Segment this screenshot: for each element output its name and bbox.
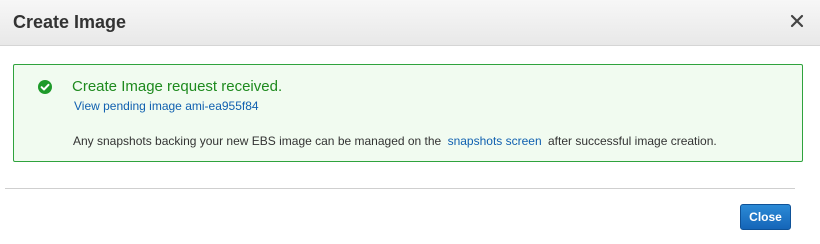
success-alert: Create Image request received. View pend…	[13, 64, 803, 162]
dialog-title: Create Image	[13, 12, 127, 32]
snapshots-screen-link[interactable]: snapshots screen	[448, 134, 542, 148]
create-image-dialog: Create Image Create Image request receiv…	[0, 0, 820, 244]
alert-info-text: Any snapshots backing your new EBS image…	[73, 134, 717, 148]
alert-title: Create Image request received.	[72, 78, 283, 95]
close-icon[interactable]	[788, 11, 806, 31]
info-text-before: Any snapshots backing your new EBS image…	[73, 134, 442, 148]
close-button[interactable]: Close	[740, 204, 791, 230]
dialog-header: Create Image	[0, 0, 820, 46]
check-circle-icon	[38, 80, 52, 94]
footer-divider	[5, 188, 795, 189]
info-text-after: after successful image creation.	[547, 134, 717, 148]
view-pending-image-link[interactable]: View pending image ami-ea955f84	[74, 99, 259, 113]
